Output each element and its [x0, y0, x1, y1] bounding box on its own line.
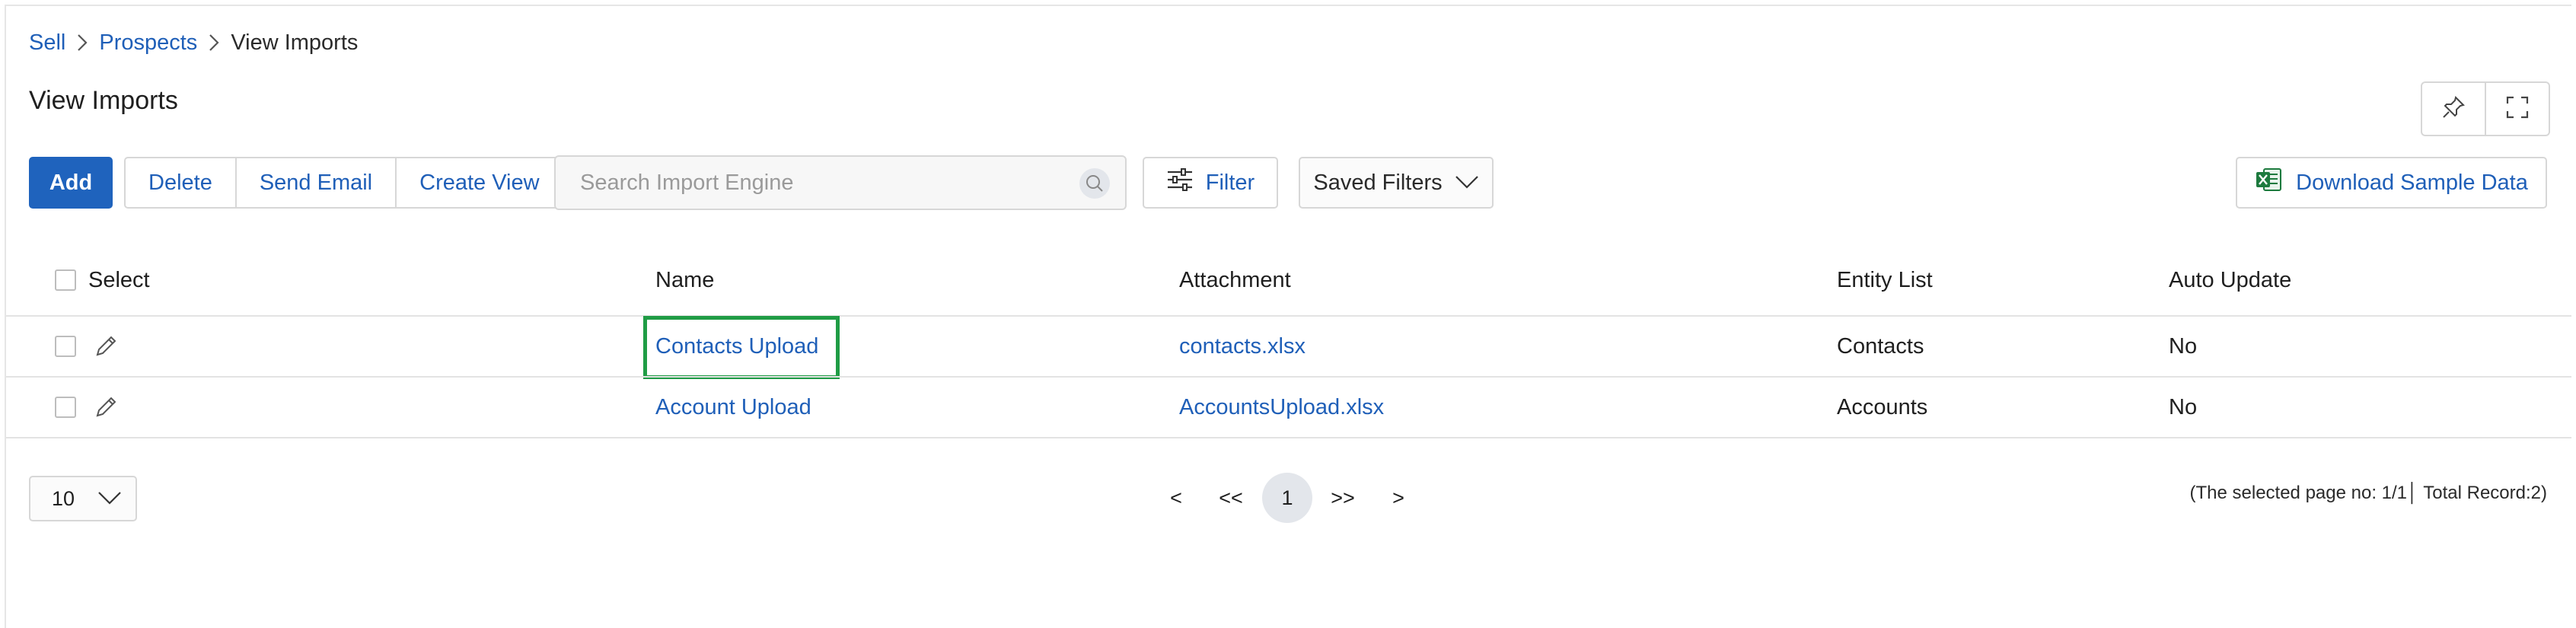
add-button[interactable]: Add — [29, 157, 113, 209]
pencil-icon[interactable] — [93, 333, 119, 359]
row-name-link[interactable]: Account Upload — [655, 392, 811, 422]
row-entity: Accounts — [1837, 394, 1928, 419]
row-attachment-link[interactable]: AccountsUpload.xlsx — [1179, 392, 1384, 422]
search-icon[interactable] — [1079, 168, 1110, 199]
download-sample-data-button[interactable]: Download Sample Data — [2236, 157, 2547, 209]
divider — [6, 376, 2571, 378]
search-input[interactable] — [579, 169, 1054, 196]
column-header-attachment[interactable]: Attachment — [1179, 265, 1291, 295]
record-summary: (The selected page no: 1/1│ Total Record… — [2189, 483, 2548, 503]
row-auto-update: No — [2169, 333, 2198, 359]
row-auto-update: No — [2169, 394, 2198, 419]
download-label: Download Sample Data — [2296, 170, 2528, 195]
table-row-select — [55, 331, 119, 362]
last-page-button[interactable]: >> — [1326, 473, 1360, 522]
fullscreen-button[interactable] — [2485, 83, 2549, 135]
view-controls — [2421, 81, 2550, 136]
breadcrumb-view-imports: View Imports — [231, 30, 359, 55]
search-box — [554, 155, 1127, 210]
excel-icon — [2255, 166, 2282, 199]
row-attachment-link[interactable]: contacts.xlsx — [1179, 331, 1306, 362]
divider — [6, 315, 2571, 317]
breadcrumb-prospects[interactable]: Prospects — [99, 30, 197, 56]
page-size-value: 10 — [52, 486, 75, 510]
row-checkbox[interactable] — [55, 336, 76, 357]
pin-icon — [2441, 94, 2466, 124]
current-page-button[interactable]: 1 — [1262, 473, 1312, 523]
pin-button[interactable] — [2422, 83, 2485, 135]
column-header-select: Select — [88, 267, 150, 292]
filter-label: Filter — [1205, 170, 1255, 195]
row-checkbox[interactable] — [55, 397, 76, 418]
highlight-box — [643, 316, 840, 379]
select-all-checkbox[interactable] — [55, 269, 76, 291]
saved-filters-dropdown[interactable]: Saved Filters — [1299, 157, 1494, 209]
column-header-name[interactable]: Name — [655, 265, 714, 295]
chevron-right-icon — [65, 27, 99, 58]
send-email-button[interactable]: Send Email — [234, 158, 395, 207]
sliders-icon — [1166, 167, 1194, 198]
breadcrumb-sell[interactable]: Sell — [29, 30, 65, 56]
pencil-icon[interactable] — [93, 394, 119, 420]
chevron-down-icon — [97, 487, 122, 511]
row-entity: Contacts — [1837, 333, 1924, 359]
filter-button[interactable]: Filter — [1143, 157, 1278, 209]
fullscreen-icon — [2505, 95, 2530, 123]
select-all-header: Select — [55, 265, 150, 295]
divider — [6, 437, 2571, 438]
page-title: View Imports — [29, 86, 178, 115]
breadcrumb: Sell Prospects View Imports — [29, 27, 358, 58]
saved-filters-label: Saved Filters — [1313, 170, 1443, 195]
chevron-right-icon — [197, 27, 231, 58]
next-page-button[interactable]: > — [1387, 473, 1410, 522]
prev-page-button[interactable]: < — [1165, 473, 1188, 522]
table-row-select — [55, 392, 119, 422]
first-page-button[interactable]: << — [1215, 473, 1247, 522]
chevron-down-icon — [1455, 171, 1479, 196]
page-size-select[interactable]: 10 — [29, 476, 137, 521]
action-button-group: Delete Send Email Create View — [124, 157, 564, 209]
column-header-entity-list[interactable]: Entity List — [1837, 265, 1933, 295]
column-header-auto-update[interactable]: Auto Update — [2169, 265, 2291, 295]
delete-button[interactable]: Delete — [126, 158, 235, 207]
create-view-button[interactable]: Create View — [395, 158, 562, 207]
